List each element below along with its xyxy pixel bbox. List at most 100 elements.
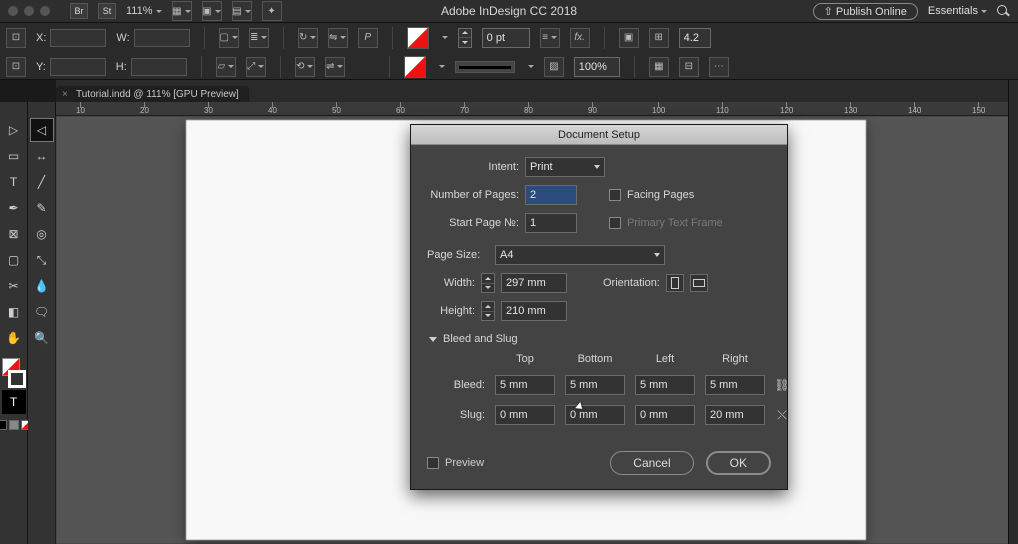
window-controls[interactable] (8, 6, 50, 16)
collapsed-panels[interactable] (1008, 80, 1018, 544)
scale-icon[interactable]: ⤢ (246, 57, 266, 77)
opacity-icon[interactable]: ▨ (544, 57, 564, 77)
fill-swatch-caret[interactable] (439, 32, 448, 44)
rectangle-frame-tool-icon[interactable]: ⊠ (2, 222, 26, 246)
page-size-select[interactable]: A4 (495, 245, 665, 265)
gpu-preview-icon[interactable]: ✦ (262, 1, 282, 21)
text-wrap-icon[interactable]: ≣ (249, 28, 269, 48)
apply-color-icon[interactable] (0, 420, 7, 430)
align-icon[interactable]: ⊞ (649, 28, 669, 48)
ok-button[interactable]: OK (706, 451, 771, 475)
stroke-weight-field[interactable] (482, 28, 530, 48)
stroke-weight-stepper[interactable] (458, 28, 472, 48)
shear-icon[interactable]: ▱ (216, 57, 236, 77)
start-page-field[interactable] (525, 213, 577, 233)
height-stepper[interactable] (481, 301, 495, 321)
rotate2-icon[interactable]: ⟲ (295, 57, 315, 77)
close-window-icon[interactable] (8, 6, 18, 16)
slug-right-field[interactable] (705, 405, 765, 425)
hand-tool-icon[interactable]: ✋ (2, 326, 26, 350)
page-tool-icon[interactable]: ▭ (2, 144, 26, 168)
bleed-bottom-field[interactable] (565, 375, 625, 395)
bridge-icon[interactable]: Br (70, 3, 88, 19)
link-bleed-icon[interactable]: ⛓ (775, 377, 789, 393)
distribute-icon[interactable]: ⊟ (679, 57, 699, 77)
line-tool-icon[interactable]: ╱ (30, 170, 54, 194)
fill-swatch-icon[interactable] (407, 27, 429, 49)
cancel-button[interactable]: Cancel (610, 451, 693, 475)
corner-options-icon[interactable]: ▢ (219, 28, 239, 48)
unlink-slug-icon[interactable]: ⤬ (775, 407, 789, 423)
flip-icon[interactable]: ⇋ (328, 28, 348, 48)
flip2-icon[interactable]: ⇌ (325, 57, 345, 77)
stroke-style-icon[interactable]: ≡ (540, 28, 560, 48)
zoom-level[interactable]: 111% (126, 5, 162, 17)
ellipse-frame-tool-icon[interactable]: ◎ (30, 222, 54, 246)
preview-label: Preview (445, 457, 484, 469)
width-stepper[interactable] (481, 273, 495, 293)
format-container-icon[interactable]: T (2, 390, 26, 414)
orientation-landscape-button[interactable] (690, 274, 708, 292)
type-tool-icon[interactable]: T (2, 170, 26, 194)
apply-gradient-icon[interactable] (9, 420, 19, 430)
separator (280, 56, 281, 78)
minimize-window-icon[interactable] (24, 6, 34, 16)
ruler-tick: 110 (716, 102, 729, 116)
note-tool-icon[interactable]: 🗨 (30, 300, 54, 324)
color-mode-row[interactable] (0, 420, 31, 430)
fill-stroke-indicator[interactable] (0, 358, 28, 388)
bleed-slug-section-toggle[interactable]: Bleed and Slug (429, 333, 771, 345)
stock-icon[interactable]: St (98, 3, 116, 19)
reference-point2-icon[interactable]: ⊡ (6, 57, 26, 77)
more-icon[interactable]: ⋯ (709, 57, 729, 77)
path-type-icon[interactable]: P (358, 28, 378, 48)
rectangle-tool-icon[interactable]: ▢ (2, 248, 26, 272)
stroke-swatch-icon[interactable] (404, 56, 426, 78)
view-options-icon[interactable]: ▦ (172, 1, 192, 21)
eyedropper-tool-icon[interactable]: 💧 (30, 274, 54, 298)
stroke-indicator-icon[interactable] (8, 370, 26, 388)
maximize-window-icon[interactable] (40, 6, 50, 16)
workspace-selector[interactable]: Essentials (928, 5, 987, 17)
orientation-portrait-button[interactable] (666, 274, 684, 292)
width-field[interactable] (501, 273, 567, 293)
preview-checkbox[interactable]: Preview (427, 457, 484, 469)
bleed-top-field[interactable] (495, 375, 555, 395)
gap-tool-icon[interactable]: ↔ (30, 144, 54, 168)
x-field[interactable] (50, 29, 106, 47)
arrange-docs-icon[interactable]: ▤ (232, 1, 252, 21)
pencil-tool-icon[interactable]: ✎ (30, 196, 54, 220)
height-field[interactable] (501, 301, 567, 321)
stroke-preview-caret[interactable] (525, 61, 534, 73)
stroke-swatch-caret[interactable] (436, 61, 445, 73)
misc-num-field[interactable] (679, 28, 711, 48)
slug-left-field[interactable] (635, 405, 695, 425)
opacity-field[interactable] (574, 57, 620, 77)
stroke-preview[interactable] (455, 61, 515, 73)
w-field[interactable] (134, 29, 190, 47)
publish-online-button[interactable]: ⇧ Publish Online (813, 3, 918, 20)
reference-point-icon[interactable]: ⊡ (6, 28, 26, 48)
y-field[interactable] (50, 58, 106, 76)
screen-mode-icon[interactable]: ▣ (202, 1, 222, 21)
h-field[interactable] (131, 58, 187, 76)
document-tab[interactable]: Tutorial.indd @ 111% [GPU Preview] (56, 86, 249, 102)
rotate-icon[interactable]: ↻ (298, 28, 318, 48)
frame-fitting-icon[interactable]: ▣ (619, 28, 639, 48)
frame-content-icon[interactable]: ▦ (649, 57, 669, 77)
search-icon[interactable] (997, 5, 1010, 18)
selection-tool-icon[interactable]: ▷ (2, 118, 26, 142)
pages-field[interactable] (525, 185, 577, 205)
bleed-right-field[interactable] (705, 375, 765, 395)
intent-select[interactable]: Print (525, 157, 605, 177)
bleed-left-field[interactable] (635, 375, 695, 395)
zoom-tool-icon[interactable]: 🔍 (30, 326, 54, 350)
pen-tool-icon[interactable]: ✒ (2, 196, 26, 220)
free-transform-tool-icon[interactable]: ⤡ (30, 248, 54, 272)
gradient-tool-icon[interactable]: ◧ (2, 300, 26, 324)
effects-icon[interactable]: fx. (570, 28, 590, 48)
facing-pages-checkbox[interactable]: Facing Pages (609, 189, 694, 201)
direct-selection-tool-icon[interactable]: ◁ (30, 118, 54, 142)
slug-top-field[interactable] (495, 405, 555, 425)
scissors-tool-icon[interactable]: ✂ (2, 274, 26, 298)
